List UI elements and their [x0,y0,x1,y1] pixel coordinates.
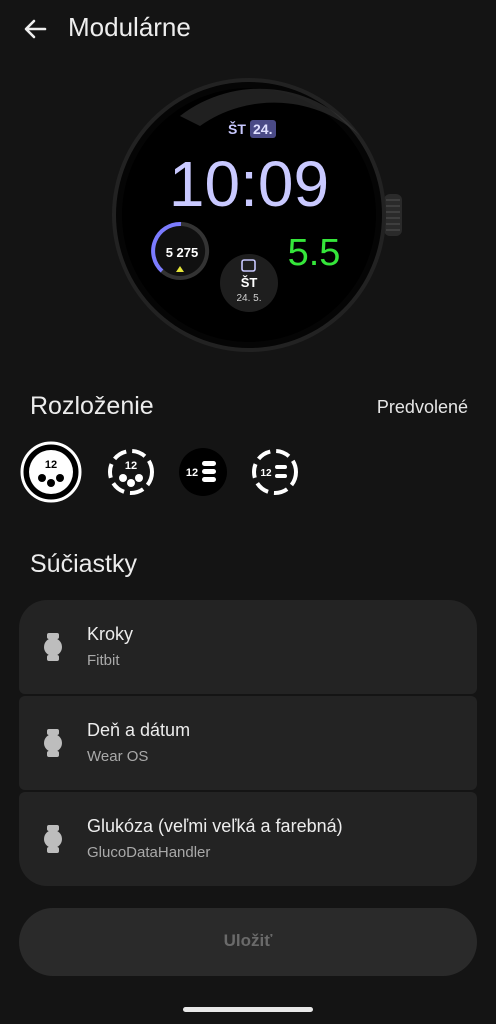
watch-date: 24. [253,121,272,137]
watch-icon [44,825,62,853]
watch-face-preview: ŠT 24. 10:09 5 275 ŠT 24. 5. 5.5 [112,78,402,352]
layout-option-1[interactable]: 12 [20,441,82,503]
gesture-navigation-bar[interactable] [183,1007,313,1012]
page-title: Modulárne [68,12,191,42]
watch-time: 10:09 [169,148,329,220]
top-app-bar: Modulárne [0,0,496,56]
watch-icon [44,633,62,661]
calendar-date: 24. 5. [236,293,261,304]
calendar-day: ŠT [241,275,258,290]
components-list: Kroky Fitbit Deň a dátum Wear OS Glukóza… [19,600,477,886]
layout-option-2[interactable]: 12 [100,441,162,503]
component-item-glucose[interactable]: Glukóza (veľmi veľká a farebná) GlucoDat… [19,792,477,886]
svg-text:12: 12 [186,467,198,479]
layout-option-3[interactable]: 12 [172,441,234,503]
components-section-title: Súčiastky [30,550,137,578]
steps-value: 5 275 [166,245,199,260]
watch-day: ŠT [228,120,246,137]
steps-complication: 5 275 [151,221,210,280]
layout-option-4[interactable]: 12 [244,441,306,503]
component-name: Deň a dátum [87,720,191,740]
component-source: GlucoDataHandler [87,844,211,861]
component-source: Wear OS [87,748,149,765]
component-source: Fitbit [87,652,120,669]
calendar-complication: ŠT 24. 5. [220,254,278,312]
component-item-steps[interactable]: Kroky Fitbit [19,600,477,694]
back-arrow-icon[interactable] [20,14,50,44]
glucose-value: 5.5 [288,232,341,274]
svg-text:12: 12 [45,459,57,471]
save-button-label: Uložiť [223,931,273,950]
default-layout-button[interactable]: Predvolené [377,397,468,418]
component-name: Kroky [87,624,134,644]
save-button[interactable]: Uložiť [19,908,477,976]
layout-options: 12 12 12 12 [20,441,480,505]
component-item-day-date[interactable]: Deň a dátum Wear OS [19,696,477,790]
watch-icon [44,729,62,757]
component-name: Glukóza (veľmi veľká a farebná) [87,816,343,836]
svg-text:12: 12 [125,460,137,472]
layout-section-title: Rozloženie [30,392,154,420]
svg-text:12: 12 [260,468,272,479]
